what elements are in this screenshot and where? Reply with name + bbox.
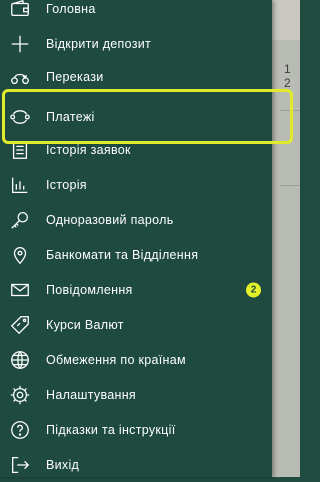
menu-item-home[interactable]: Головна (0, 0, 272, 26)
menu-item-label: Історія (46, 178, 87, 192)
menu-item-label: Платежі (46, 110, 95, 124)
menu-item-settings[interactable]: Налаштування (0, 378, 272, 412)
menu-item-country-restrictions[interactable]: Обмеження по країнам (0, 343, 272, 377)
menu-item-label: Курси Валют (46, 318, 124, 332)
menu-item-label: Одноразовий пароль (46, 213, 174, 227)
help-icon (8, 418, 32, 442)
menu-item-exchange-rates[interactable]: Курси Валют (0, 308, 272, 342)
menu-item-atms-branches[interactable]: Банкомати та Відділення (0, 238, 272, 272)
background-number: 1 2 (284, 62, 291, 90)
menu-item-label: Відкрити депозит (46, 37, 152, 51)
location-pin-icon (8, 243, 32, 267)
currency-tag-icon (8, 313, 32, 337)
menu-item-request-history[interactable]: Історія заявок (0, 133, 272, 167)
background-divider (280, 185, 300, 186)
background-app-panel: 1 2 (272, 0, 300, 477)
transfer-icon (8, 65, 32, 89)
menu-item-label: Підказки та інструкції (46, 423, 176, 437)
menu-item-payments[interactable]: Платежі (0, 100, 272, 134)
menu-item-label: Налаштування (46, 388, 136, 402)
payments-icon (8, 105, 32, 129)
document-icon (8, 138, 32, 162)
wallet-icon (8, 0, 32, 21)
mail-icon (8, 278, 32, 302)
menu-item-label: Перекази (46, 70, 104, 84)
menu-item-label: Історія заявок (46, 143, 131, 157)
menu-item-label: Вихід (46, 458, 80, 472)
menu-item-open-deposit[interactable]: Відкрити депозит (0, 27, 272, 61)
key-icon (8, 208, 32, 232)
bar-chart-icon (8, 173, 32, 197)
menu-item-label: Обмеження по країнам (46, 353, 186, 367)
plus-icon (8, 32, 32, 56)
menu-item-history[interactable]: Історія (0, 168, 272, 202)
menu-item-one-time-password[interactable]: Одноразовий пароль (0, 203, 272, 237)
menu-item-label: Головна (46, 2, 96, 16)
background-divider (280, 110, 300, 111)
menu-item-transfers[interactable]: Перекази (0, 60, 272, 94)
app-screen: 1 2 Головна Відкрити депозит Перекази Пл… (0, 0, 300, 477)
menu-item-messages[interactable]: Повідомлення 2 (0, 273, 272, 307)
menu-item-label: Банкомати та Відділення (46, 248, 199, 262)
globe-icon (8, 348, 32, 372)
menu-item-label: Повідомлення (46, 283, 133, 297)
logout-icon (8, 453, 32, 477)
gear-icon (8, 383, 32, 407)
menu-item-tips-instructions[interactable]: Підказки та інструкції (0, 413, 272, 447)
navigation-drawer: Головна Відкрити депозит Перекази Платеж… (0, 0, 272, 477)
unread-count-badge: 2 (246, 282, 261, 298)
